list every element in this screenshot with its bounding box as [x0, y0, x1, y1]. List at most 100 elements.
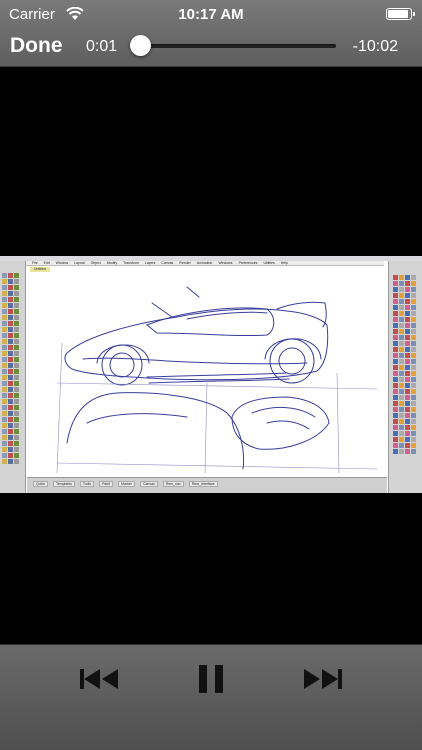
tool-icon — [2, 339, 7, 344]
app-active-tab: Untitled — [30, 267, 50, 272]
tool-icon — [8, 453, 13, 458]
tool-icon — [411, 371, 416, 376]
app-bottom-shelf: Quick Templates Tools Paint Marker Canvas Rem_… — [27, 477, 387, 493]
tool-icon — [14, 423, 19, 428]
tool-icon — [393, 323, 398, 328]
tool-icon — [399, 431, 404, 436]
tool-icon — [405, 437, 410, 442]
tool-icon — [8, 393, 13, 398]
app-menu-item: Transform — [123, 261, 139, 265]
app-shelf-tab: Tools — [79, 481, 95, 487]
tool-icon — [8, 309, 13, 314]
tool-icon — [8, 423, 13, 428]
tool-icon — [2, 435, 7, 440]
tool-icon — [14, 459, 19, 464]
scrubber-track[interactable] — [140, 44, 336, 48]
tool-icon — [2, 291, 7, 296]
tool-icon — [411, 281, 416, 286]
tool-icon — [2, 453, 7, 458]
tool-icon — [2, 309, 7, 314]
app-shelf-tab: Marker — [118, 481, 135, 487]
tool-icon — [2, 429, 7, 434]
tool-icon — [2, 411, 7, 416]
scrubber-thumb[interactable] — [130, 35, 152, 56]
tool-icon — [399, 389, 404, 394]
tool-icon — [393, 431, 398, 436]
tool-icon — [405, 377, 410, 382]
tool-icon — [393, 305, 398, 310]
tool-icon — [411, 437, 416, 442]
tool-icon — [411, 311, 416, 316]
tool-icon — [399, 329, 404, 334]
app-menu-item: File — [32, 261, 38, 265]
next-track-button[interactable] — [300, 663, 344, 695]
tool-icon — [2, 273, 7, 278]
tool-icon — [2, 333, 7, 338]
tool-icon — [399, 275, 404, 280]
tool-icon — [8, 399, 13, 404]
done-button[interactable]: Done — [10, 34, 63, 58]
previous-track-button[interactable] — [78, 663, 122, 695]
battery-level — [388, 10, 408, 18]
tool-icon — [405, 443, 410, 448]
app-menu-item: Windows — [218, 261, 233, 265]
next-track-icon — [304, 669, 342, 689]
tool-icon — [399, 347, 404, 352]
pause-button[interactable] — [196, 663, 226, 695]
tool-icon — [14, 321, 19, 326]
app-menu-item: Utilities — [263, 261, 275, 265]
app-shelf-tab: Canvas — [139, 481, 158, 487]
tool-icon — [8, 285, 13, 290]
app-right-palette — [388, 261, 422, 493]
tool-icon — [399, 359, 404, 364]
tool-icon — [399, 437, 404, 442]
app-menu-item: Animation — [196, 261, 213, 265]
tool-icon — [8, 363, 13, 368]
tool-icon — [2, 369, 7, 374]
tool-icon — [393, 437, 398, 442]
tool-icon — [2, 405, 7, 410]
tool-icon — [399, 311, 404, 316]
pause-icon — [199, 665, 223, 693]
tool-icon — [411, 359, 416, 364]
tool-icon — [399, 407, 404, 412]
tool-icon — [393, 407, 398, 412]
tool-icon — [393, 299, 398, 304]
tool-icon — [2, 345, 7, 350]
tool-icon — [393, 419, 398, 424]
tool-icon — [14, 285, 19, 290]
app-menu-item: Layers — [144, 261, 156, 265]
tool-icon — [399, 341, 404, 346]
tool-icon — [8, 333, 13, 338]
tool-icon — [2, 381, 7, 386]
tool-icon — [8, 357, 13, 362]
tool-icon — [393, 443, 398, 448]
tool-icon — [411, 305, 416, 310]
tool-icon — [8, 429, 13, 434]
tool-icon — [2, 375, 7, 380]
tool-icon — [405, 425, 410, 430]
tool-icon — [8, 447, 13, 452]
sketch-canvas — [27, 273, 387, 477]
tool-icon — [393, 335, 398, 340]
tool-icon — [2, 315, 7, 320]
tool-icon — [14, 297, 19, 302]
tool-icon — [393, 275, 398, 280]
remaining-time: -10:02 — [352, 38, 398, 55]
tool-icon — [14, 345, 19, 350]
tool-icon — [399, 425, 404, 430]
battery-icon — [386, 8, 415, 20]
tool-icon — [8, 339, 13, 344]
tool-icon — [14, 333, 19, 338]
tool-icon — [399, 395, 404, 400]
tool-icon — [8, 417, 13, 422]
tool-icon — [393, 311, 398, 316]
tool-icon — [14, 357, 19, 362]
tool-icon — [393, 341, 398, 346]
tool-icon — [8, 441, 13, 446]
tool-icon — [8, 321, 13, 326]
tool-icon — [14, 399, 19, 404]
tool-icon — [411, 323, 416, 328]
video-frame[interactable]: File Edit Window Layout Object Modify Transfor… — [0, 256, 422, 493]
tool-icon — [411, 341, 416, 346]
